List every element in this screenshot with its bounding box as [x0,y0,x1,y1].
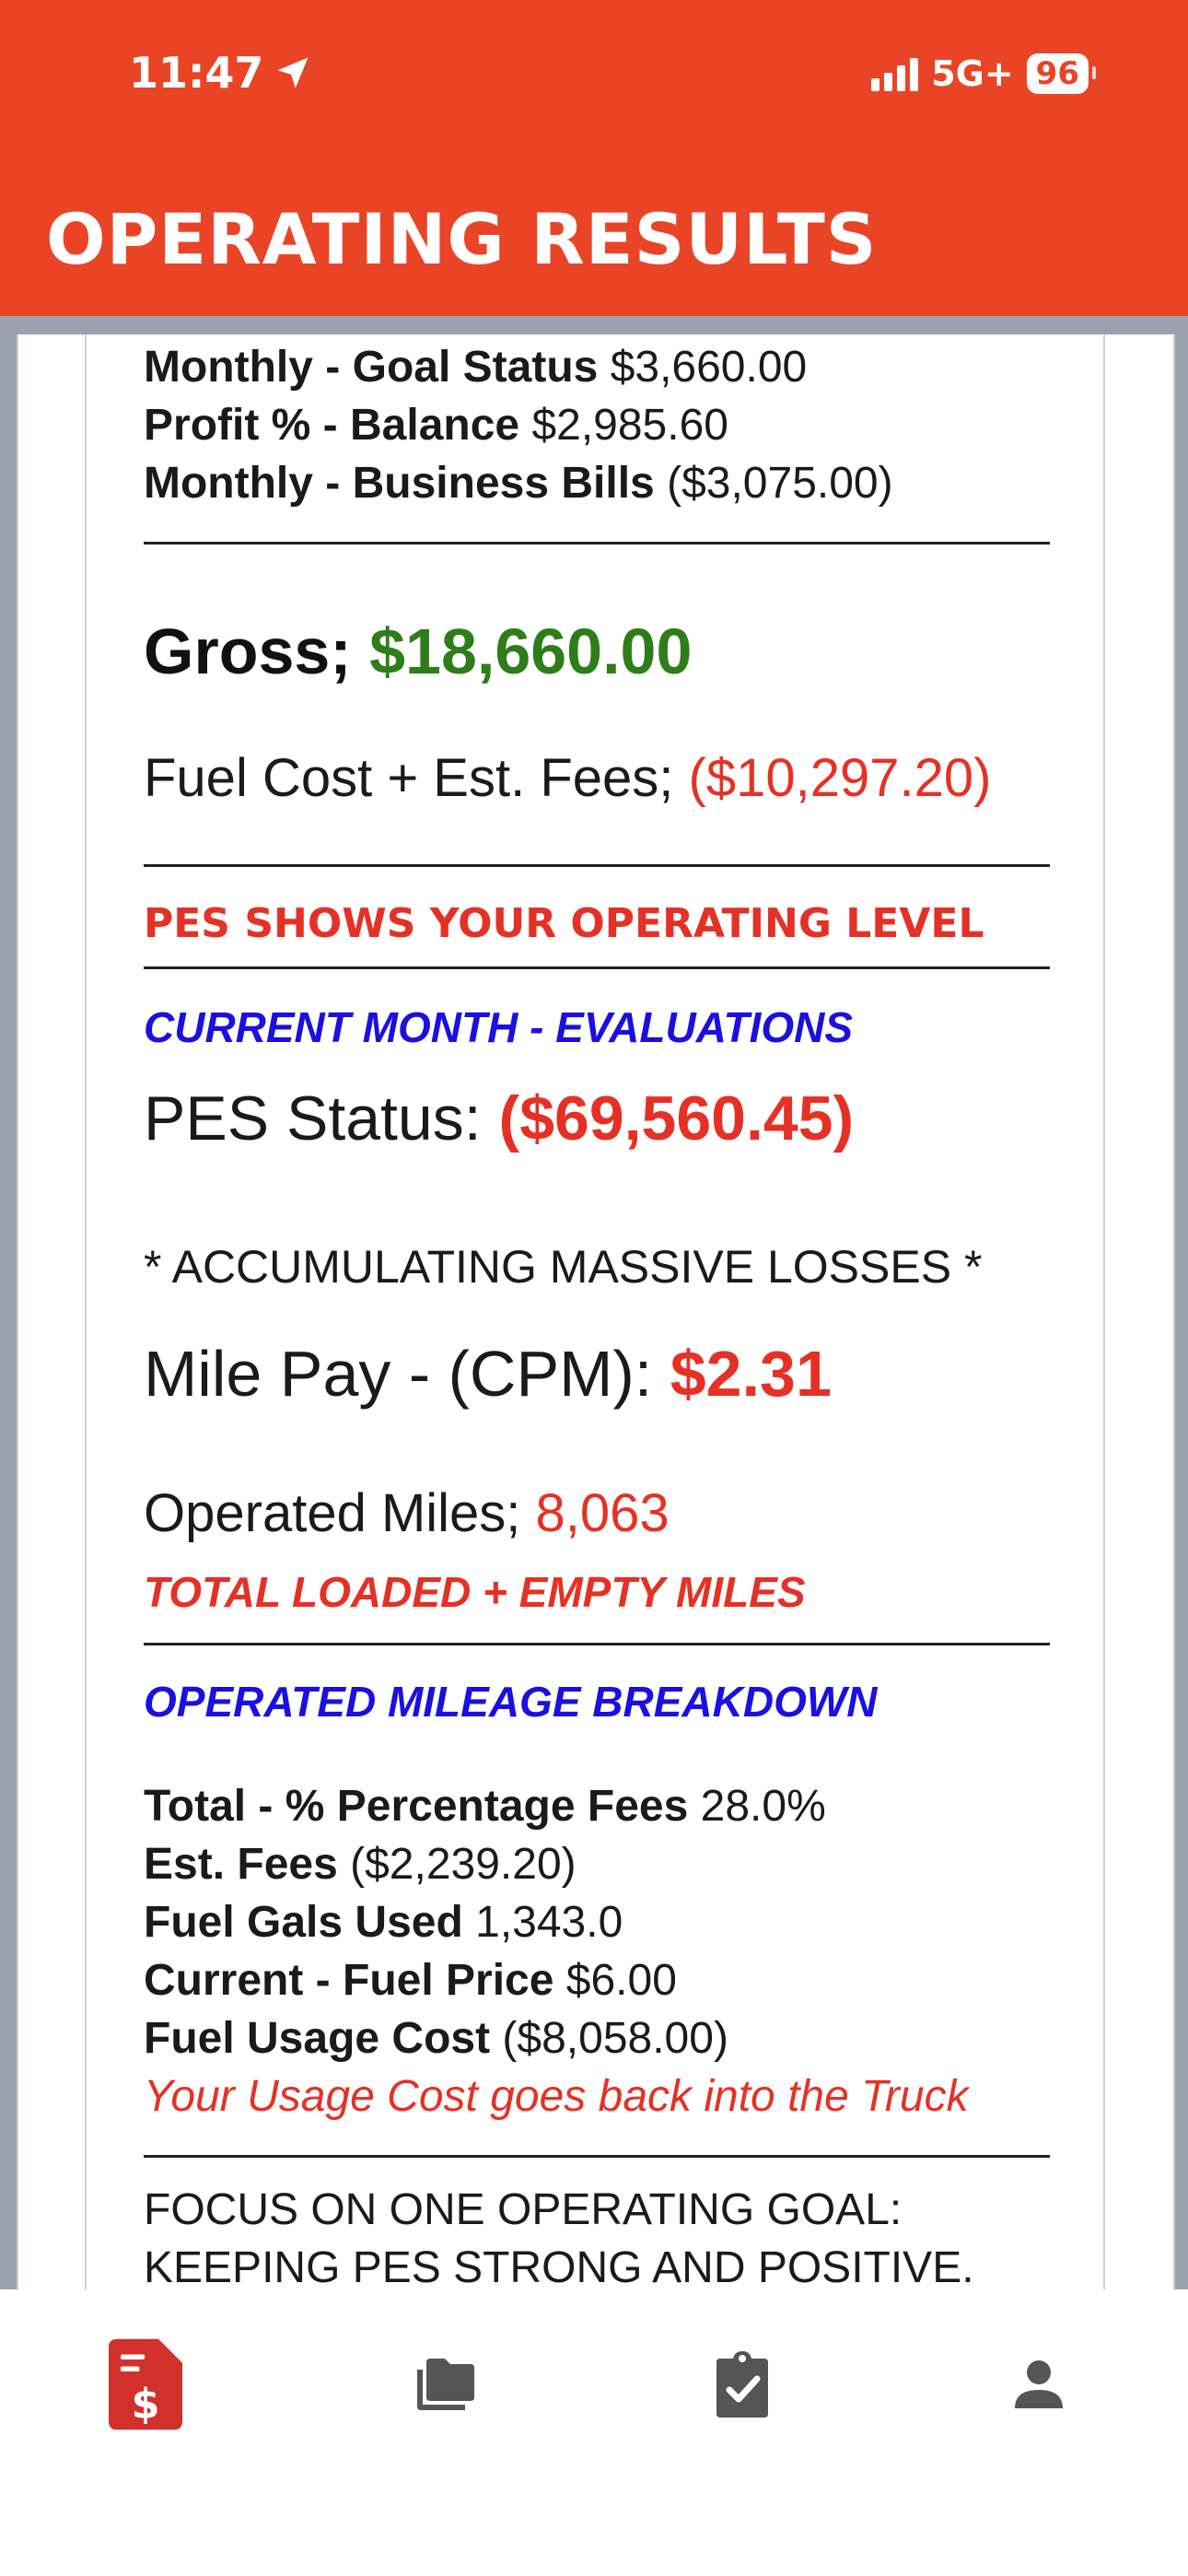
fuel-cost-value: ($10,297.20) [688,748,992,808]
page-title: OPERATING RESULTS [46,198,878,280]
losses-note: * ACCUMULATING MASSIVE LOSSES * [144,1241,983,1293]
summary-business-bills: Monthly - Business Bills ($3,075.00) [144,459,893,508]
summary-profit-balance: Profit % - Balance $2,985.60 [144,401,728,450]
folders-icon [417,2359,474,2410]
operated-miles-line: Operated Miles; 8,063 [144,1483,670,1543]
breakdown-fuel-gals: Fuel Gals Used 1,343.0 [144,1898,623,1947]
divider [144,542,1050,544]
report-sheet[interactable]: Monthly - Goal Status $3,660.00 Profit %… [85,334,1105,2292]
svg-text:$: $ [131,2380,159,2428]
tab-profile[interactable] [1002,2334,1076,2435]
dollar-document-icon: $ [109,2338,182,2430]
pes-status-value: ($69,560.45) [498,1083,855,1153]
report-frame: Monthly - Goal Status $3,660.00 Profit %… [0,316,1188,2292]
person-icon [1015,2360,1063,2408]
report-sheet-outer: Monthly - Goal Status $3,660.00 Profit %… [17,334,1175,2292]
clipboard-check-icon [716,2351,768,2418]
tab-files[interactable] [409,2334,483,2435]
gross-line: Gross; $18,660.00 [144,615,693,687]
network-type: 5G+ [931,53,1014,94]
summary-goal-status: Monthly - Goal Status $3,660.00 [144,343,808,392]
operated-miles-value: 8,063 [535,1483,670,1543]
focus-line-1: FOCUS ON ONE OPERATING GOAL: [144,2185,903,2234]
divider [144,864,1050,867]
bottom-tab-bar: $ [0,2289,1188,2576]
divider [144,966,1050,969]
breakdown-percentage-fees: Total - % Percentage Fees 28.0% [144,1782,826,1831]
fuel-cost-line: Fuel Cost + Est. Fees; ($10,297.20) [144,748,992,808]
mile-pay-line: Mile Pay - (CPM): $2.31 [144,1338,832,1410]
battery-icon: 96 [1026,53,1097,94]
location-arrow-icon [277,57,309,88]
gross-value: $18,660.00 [369,615,693,687]
status-indicators: 5G+ 96 [871,53,1097,94]
operated-miles-note: TOTAL LOADED + EMPTY MILES [144,1568,806,1616]
usage-cost-note: Your Usage Cost goes back into the Truck [144,2072,969,2121]
mile-pay-value: $2.31 [670,1338,832,1410]
breakdown-est-fees: Est. Fees ($2,239.20) [144,1840,577,1889]
divider [144,1643,1050,1645]
signal-icon [871,56,919,91]
breakdown-heading: OPERATED MILEAGE BREAKDOWN [144,1678,878,1726]
focus-line-2: KEEPING PES STRONG AND POSITIVE. [144,2243,974,2292]
breakdown-fuel-usage-cost: Fuel Usage Cost ($8,058.00) [144,2014,728,2063]
breakdown-fuel-price: Current - Fuel Price $6.00 [144,1956,677,2005]
current-month-heading: CURRENT MONTH - EVALUATIONS [144,1003,854,1051]
tab-tasks[interactable] [705,2334,779,2435]
app-header: 11:47 5G+ 96 OPERATING RESULTS [0,0,1188,316]
pes-status-line: PES Status: ($69,560.45) [144,1083,855,1153]
tab-operating-results[interactable]: $ [109,2334,182,2435]
pes-shows-heading: PES SHOWS YOUR OPERATING LEVEL [144,900,984,947]
divider [144,2155,1050,2158]
status-time: 11:47 [129,48,313,98]
